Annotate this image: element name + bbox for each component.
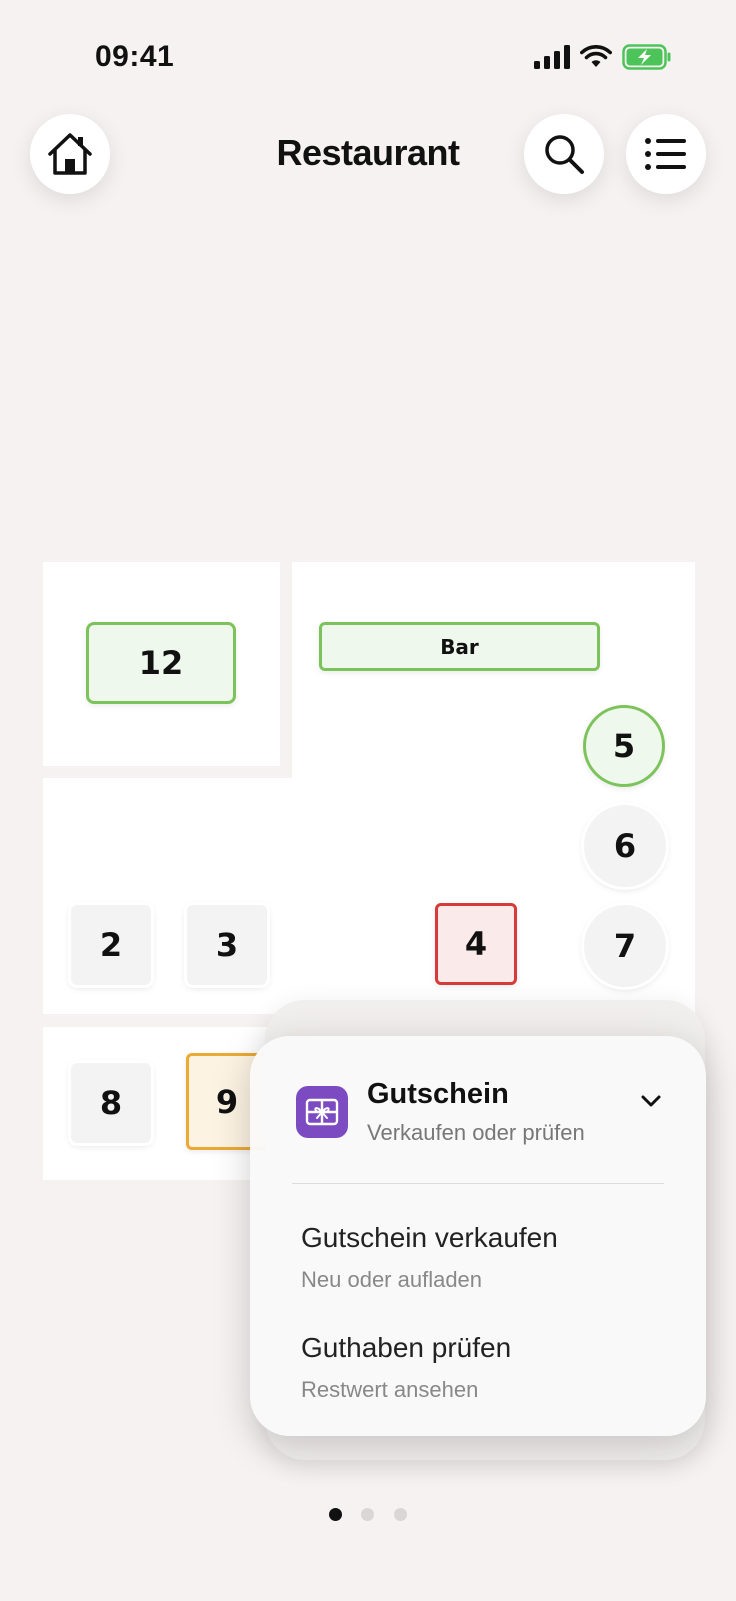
table-6[interactable]: 6 <box>584 805 666 887</box>
divider <box>292 1183 664 1184</box>
table-2[interactable]: 2 <box>71 905 151 985</box>
menu-item-title: Guthaben prüfen <box>301 1332 512 1363</box>
voucher-menu-subtitle: Verkaufen oder prüfen <box>367 1120 585 1145</box>
table-label: 4 <box>464 925 488 963</box>
page-dot[interactable] <box>394 1508 407 1521</box>
menu-item-title: Gutschein verkaufen <box>301 1222 558 1253</box>
table-7[interactable]: 7 <box>584 905 666 987</box>
search-button[interactable] <box>524 114 604 194</box>
bar-counter[interactable]: Bar <box>319 622 600 671</box>
wifi-icon <box>580 45 612 67</box>
voucher-menu: Gutschein Verkaufen oder prüfen Gutschei… <box>250 1036 706 1436</box>
status-time: 09:41 <box>95 40 175 73</box>
table-label: 9 <box>215 1082 239 1121</box>
table-label: 5 <box>612 727 636 765</box>
page-dot-active[interactable] <box>329 1508 342 1521</box>
battery-charging-icon <box>622 44 671 70</box>
list-button[interactable] <box>626 114 706 194</box>
table-label: 3 <box>215 926 239 964</box>
wall <box>198 766 280 778</box>
menu-item-subtitle: Neu oder aufladen <box>301 1267 483 1292</box>
table-3[interactable]: 3 <box>187 905 267 985</box>
chevron-down-icon[interactable] <box>640 1094 662 1108</box>
table-8[interactable]: 8 <box>71 1063 151 1143</box>
wall <box>43 766 126 778</box>
status-icons <box>534 44 672 70</box>
search-icon <box>545 135 584 174</box>
signal-icon <box>534 45 570 69</box>
table-label: 7 <box>613 927 637 965</box>
table-label: 6 <box>613 827 637 865</box>
wall <box>280 562 292 778</box>
table-label: 8 <box>99 1084 123 1122</box>
table-12[interactable]: 12 <box>86 622 236 704</box>
menu-item-subtitle: Restwert ansehen <box>301 1377 479 1402</box>
table-label: 2 <box>99 926 123 964</box>
table-5[interactable]: 5 <box>583 705 665 787</box>
gift-card-icon <box>296 1086 348 1138</box>
voucher-menu-title: Gutschein <box>367 1078 509 1110</box>
list-icon <box>645 138 686 170</box>
table-label: Bar <box>440 634 479 659</box>
table-label: 12 <box>138 644 184 682</box>
table-4[interactable]: 4 <box>435 903 517 985</box>
page-dot[interactable] <box>361 1508 374 1521</box>
